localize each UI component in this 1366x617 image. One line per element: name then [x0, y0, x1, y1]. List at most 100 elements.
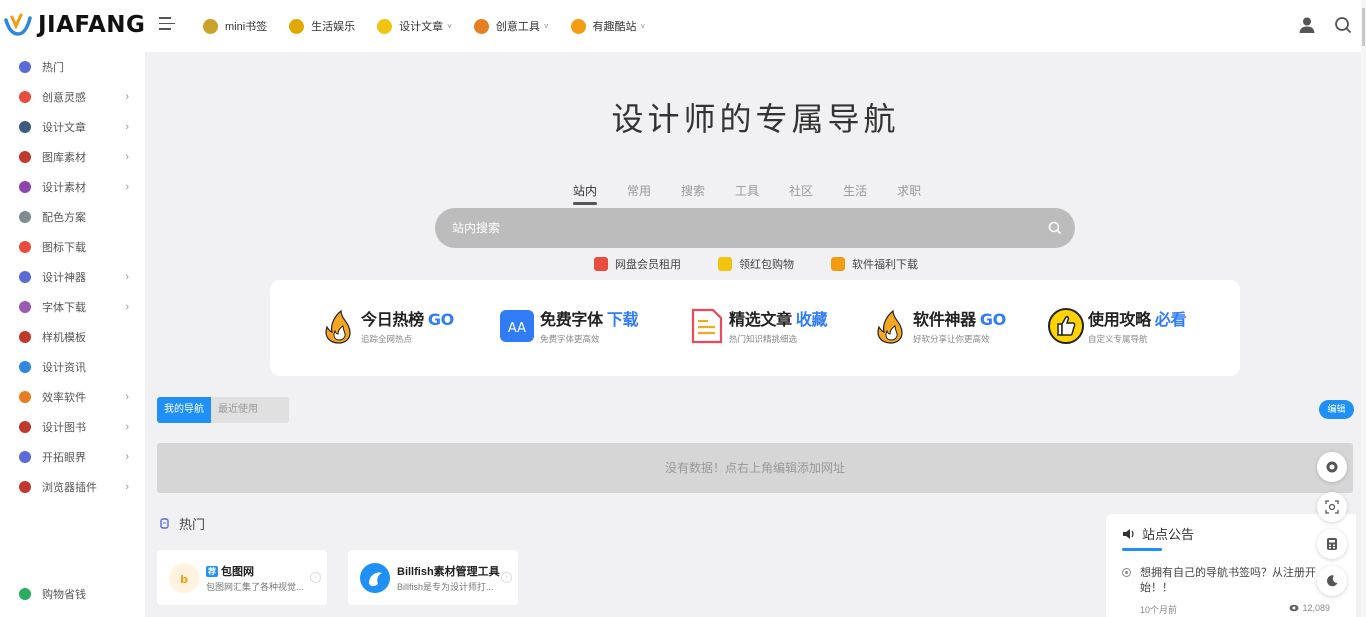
search-input[interactable] [452, 221, 1032, 235]
feature-title: 免费字体下载 [540, 306, 638, 330]
quick-link[interactable]: 网盘会员租用 [594, 256, 681, 272]
chevron-down-icon: ˅ [544, 22, 549, 31]
gift-icon [718, 257, 732, 271]
sidebar-item-label: 购物省钱 [42, 586, 86, 602]
feature-title: 使用攻略必看 [1088, 306, 1186, 330]
feature-item[interactable]: 今日热榜GO追踪全网热点 [320, 306, 454, 345]
chevron-right-icon: › [125, 301, 129, 313]
top-nav-label: 生活娱乐 [311, 18, 355, 34]
feature-subtitle: 自定义专属导航 [1088, 333, 1186, 345]
sidebar-item[interactable]: 开拓眼界› [0, 442, 145, 472]
sidebar-item[interactable]: 热门 [0, 52, 145, 82]
hot-heading-label: 热门 [179, 514, 205, 533]
search-tab[interactable]: 搜索 [681, 182, 705, 205]
sidebar-item-label: 开拓眼界 [42, 449, 86, 465]
feature-item[interactable]: 精选文章收藏热门知识精挑细选 [688, 306, 827, 345]
feature-text: 精选文章收藏热门知识精挑细选 [729, 306, 827, 345]
search-tab[interactable]: 常用 [627, 182, 651, 205]
sidebar-item[interactable]: 浏览器插件› [0, 472, 145, 502]
eye-icon [19, 451, 31, 463]
sidebar-item[interactable]: 配色方案 [0, 202, 145, 232]
site-avatar [360, 563, 390, 593]
logo[interactable]: JIAFANG [4, 12, 145, 38]
search-tab[interactable]: 工具 [735, 182, 759, 205]
tab-my-nav[interactable]: 我的导航 [157, 397, 211, 423]
tab-recent[interactable]: 最近使用 [211, 397, 265, 423]
empty-state: 没有数据！点右上角编辑添加网址 [157, 443, 1353, 493]
sidebar-item[interactable]: 图标下载 [0, 232, 145, 262]
sidebar-item-label: 设计神器 [42, 269, 86, 285]
sidebar-item[interactable]: 样机模板 [0, 322, 145, 352]
menu-toggle-icon[interactable] [159, 17, 175, 33]
top-nav-item[interactable]: 设计文章˅ [377, 18, 452, 34]
sidebar-item[interactable]: 设计神器› [0, 262, 145, 292]
quick-link[interactable]: 软件福利下载 [831, 256, 918, 272]
quick-link[interactable]: 领红包购物 [718, 256, 794, 272]
scan-button[interactable] [1317, 492, 1347, 522]
sidebar-item[interactable]: 字体下载› [0, 292, 145, 322]
sidebar-item[interactable]: 图库素材› [0, 142, 145, 172]
feature-highlight: GO [980, 310, 1006, 329]
image-icon [19, 151, 31, 163]
template-icon [19, 331, 31, 343]
sidebar-item-label: 浏览器插件 [42, 479, 97, 495]
sidebar-item-label: 图标下载 [42, 239, 86, 255]
sidebar-item[interactable]: 设计文章› [0, 112, 145, 142]
feature-title-text: 使用攻略 [1088, 310, 1151, 329]
sidebar-item[interactable]: 设计素材 › [0, 172, 145, 202]
logo-mark-icon [4, 12, 32, 38]
top-nav-label: 设计文章 [399, 18, 443, 34]
chevron-right-icon[interactable]: › [501, 572, 512, 583]
site-avatar: b [169, 563, 199, 593]
site-card[interactable]: Billfish素材管理工具Billfish是专为设计师打...› [348, 550, 518, 605]
sidebar-item-shopping[interactable]: 购物省钱 [0, 579, 145, 609]
search-icon[interactable] [1334, 16, 1352, 34]
search-tab[interactable]: 站内 [573, 182, 597, 205]
top-nav-item[interactable]: 有趣酷站˅ [571, 18, 646, 34]
search-tab[interactable]: 求职 [897, 182, 921, 205]
sidebar-item[interactable]: 创意灵感› [0, 82, 145, 112]
flame-icon [872, 307, 910, 345]
chevron-right-icon: › [125, 181, 129, 193]
software-icon [19, 391, 31, 403]
search-submit-icon[interactable] [1048, 221, 1062, 235]
site-card[interactable]: b荐包图网包图网汇集了各种视觉...› [157, 550, 327, 605]
calculator-icon [1325, 537, 1339, 551]
user-icon[interactable] [1298, 16, 1316, 34]
feature-card: 今日热榜GO追踪全网热点 AA免费字体下载免费字体更高效 精选文章收藏热门知识精挑细… [270, 280, 1240, 376]
sidebar-item-label: 效率软件 [42, 389, 86, 405]
feature-title-text: 今日热榜 [361, 310, 424, 329]
dark-mode-button[interactable] [1317, 566, 1347, 596]
top-nav-label: mini书签 [225, 18, 267, 34]
site-card-title-row: Billfish素材管理工具 [397, 563, 500, 579]
chevron-right-icon: › [125, 391, 129, 403]
feature-text: 使用攻略必看自定义专属导航 [1088, 306, 1186, 345]
notice-time: 10个月前 [1140, 603, 1177, 616]
notice-item-text: 想拥有自己的导航书签吗？从注册开始！！ [1140, 567, 1316, 594]
search-tab[interactable]: 生活 [843, 182, 867, 205]
notice-item[interactable]: 想拥有自己的导航书签吗？从注册开始！！ [1122, 566, 1322, 596]
top-nav-item[interactable]: mini书签 [203, 18, 267, 34]
sidebar-item[interactable]: 效率软件 › [0, 382, 145, 412]
sidebar-item[interactable]: 设计资讯 [0, 352, 145, 382]
calculator-button[interactable] [1317, 529, 1347, 559]
feature-item[interactable]: 使用攻略必看自定义专属导航 [1047, 306, 1186, 345]
chevron-right-icon[interactable]: › [310, 572, 321, 583]
sidebar-item[interactable]: 设计图书› [0, 412, 145, 442]
feature-item[interactable]: 软件神器GO好软分享让你更高效 [872, 306, 1006, 345]
feature-item[interactable]: AA免费字体下载免费字体更高效 [499, 306, 638, 345]
chevron-right-icon: › [125, 151, 129, 163]
edit-button[interactable]: 编辑 [1319, 400, 1354, 419]
search-tab[interactable]: 社区 [789, 182, 813, 205]
sidebar-item-label: 设计素材 [42, 179, 86, 195]
top-bar: mini书签生活娱乐设计文章˅创意工具˅有趣酷站˅ [145, 0, 1366, 52]
chevron-right-icon: › [125, 421, 129, 433]
top-nav-item[interactable]: 创意工具˅ [474, 18, 549, 34]
page-scrollbar[interactable] [1361, 0, 1366, 617]
reply-button[interactable] [1317, 452, 1347, 482]
color-icon [19, 211, 31, 223]
sidebar-item-label: 设计资讯 [42, 359, 86, 375]
sidebar-item-label: 样机模板 [42, 329, 86, 345]
quick-link-label: 领红包购物 [739, 256, 794, 272]
top-nav-item[interactable]: 生活娱乐 [289, 18, 355, 34]
